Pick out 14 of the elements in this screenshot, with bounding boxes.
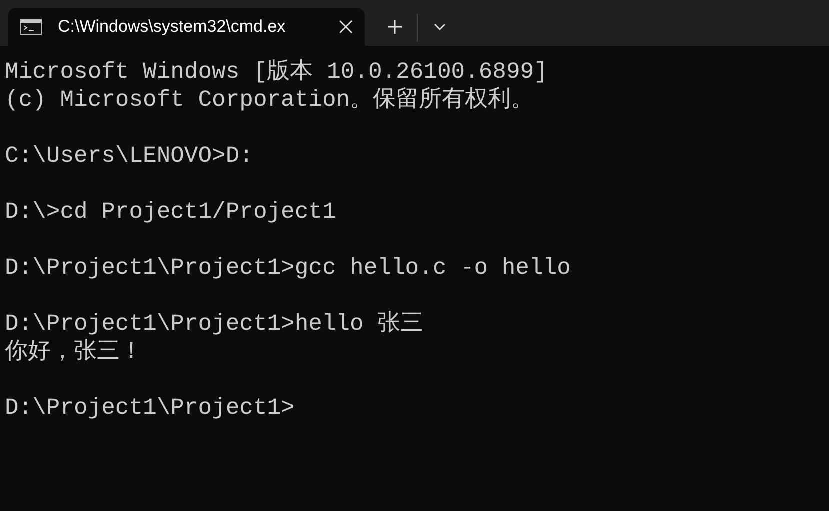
chevron-down-icon xyxy=(434,23,446,31)
console-line: (c) Microsoft Corporation。保留所有权利。 xyxy=(5,87,534,113)
console-line: D:\Project1\Project1>hello 张三 xyxy=(5,311,424,337)
console-line: D:\Project1\Project1>gcc hello.c -o hello xyxy=(5,255,571,281)
console-line: C:\Users\LENOVO>D: xyxy=(5,143,254,169)
terminal-tab[interactable]: C:\Windows\system32\cmd.ex xyxy=(8,8,365,46)
console-line: D:\Project1\Project1> xyxy=(5,395,295,421)
tab-title: C:\Windows\system32\cmd.ex xyxy=(58,16,287,38)
console-line: D:\>cd Project1/Project1 xyxy=(5,199,336,225)
terminal-icon xyxy=(20,19,42,35)
plus-icon xyxy=(387,19,403,35)
console-line: Microsoft Windows [版本 10.0.26100.6899] xyxy=(5,59,548,85)
console-line: 你好，张三！ xyxy=(5,339,143,365)
close-icon[interactable] xyxy=(339,20,353,34)
